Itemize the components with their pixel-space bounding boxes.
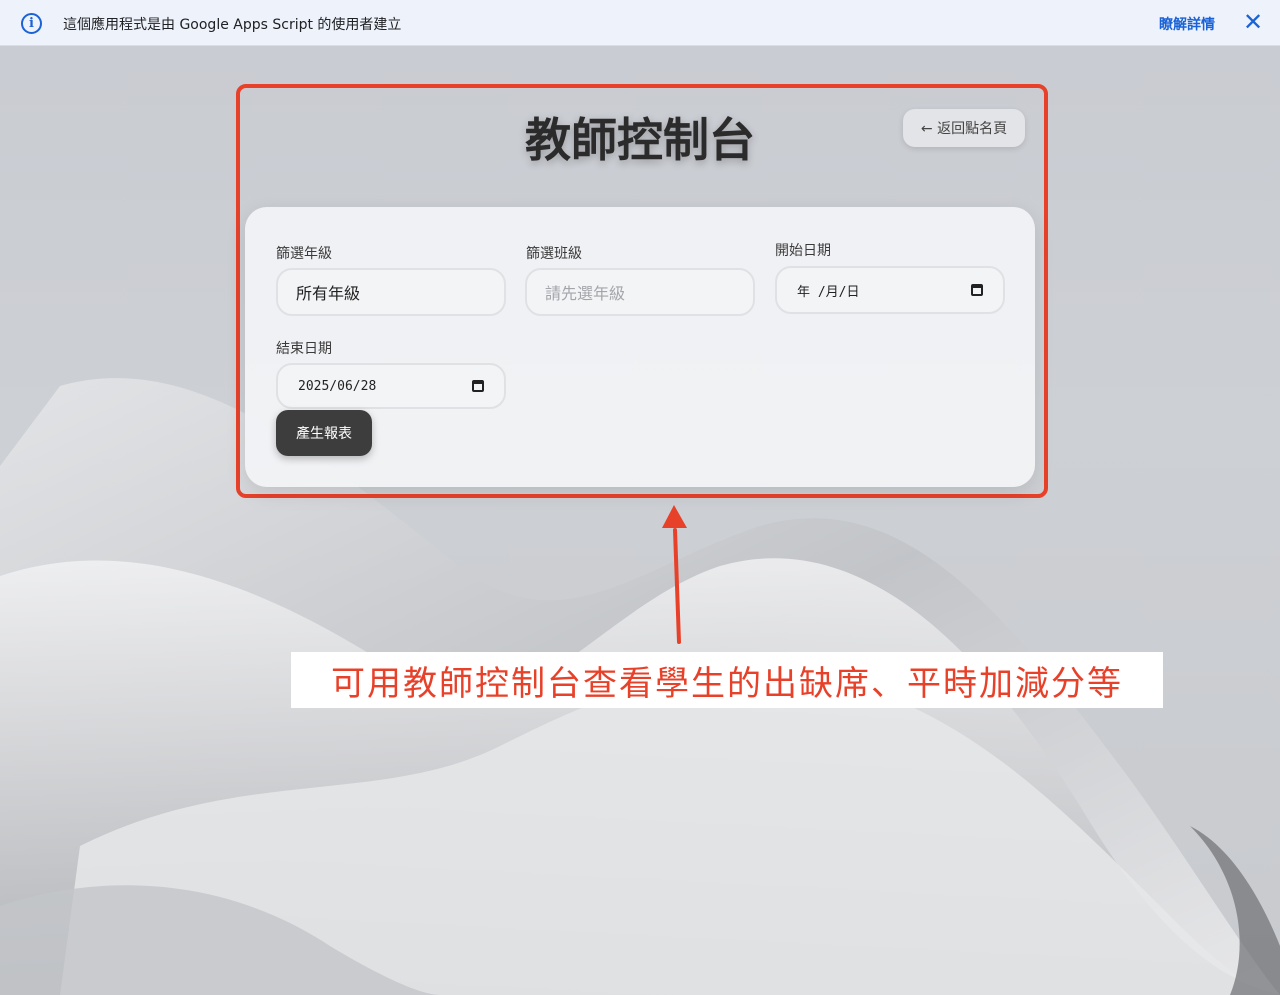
class-select-placeholder: 請先選年級 <box>545 284 626 303</box>
class-filter-label: 篩選班級 <box>526 246 582 262</box>
class-select[interactable]: 請先選年級 <box>525 268 755 316</box>
banner-message: 這個應用程式是由 Google Apps Script 的使用者建立 <box>63 17 402 33</box>
page-title: 教師控制台 <box>525 113 755 167</box>
annotation-note: 可用教師控制台查看學生的出缺席、平時加減分等 <box>291 652 1163 708</box>
calendar-icon[interactable] <box>472 380 484 392</box>
back-to-rollcall-button[interactable]: ← 返回點名頁 <box>903 109 1025 147</box>
start-date-value: 年 /月/日 <box>797 284 860 300</box>
end-date-value: 2025/06/28 <box>298 378 377 394</box>
grade-filter-label: 篩選年級 <box>276 246 332 262</box>
learn-more-link[interactable]: 瞭解詳情 <box>1159 14 1215 34</box>
start-date-label: 開始日期 <box>775 243 831 259</box>
end-date-input[interactable]: 2025/06/28 <box>276 363 506 409</box>
annotation-arrow-icon <box>662 505 687 644</box>
info-icon: i <box>21 13 42 34</box>
grade-select[interactable]: 所有年級 <box>276 268 506 316</box>
annotation-note-text: 可用教師控制台查看學生的出缺席、平時加減分等 <box>331 663 1123 704</box>
generate-report-button[interactable]: 產生報表 <box>276 410 372 456</box>
start-date-input[interactable]: 年 /月/日 <box>775 266 1005 314</box>
close-icon[interactable]: ✕ <box>1240 9 1266 35</box>
calendar-icon[interactable] <box>971 284 983 296</box>
info-banner: i 這個應用程式是由 Google Apps Script 的使用者建立 瞭解詳… <box>0 0 1280 46</box>
end-date-label: 結束日期 <box>276 341 332 357</box>
grade-select-value: 所有年級 <box>296 284 361 303</box>
